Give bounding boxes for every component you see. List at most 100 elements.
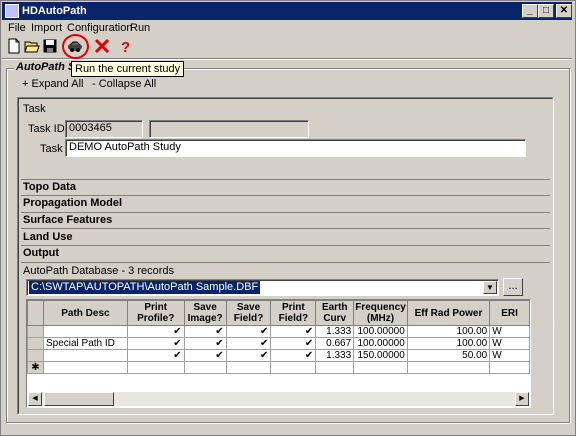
check-icon[interactable]: ✔ <box>183 325 227 338</box>
cell-path-desc[interactable] <box>42 325 128 338</box>
cell-empty[interactable] <box>489 361 530 374</box>
table-row[interactable]: Special Path ID ✔ ✔ ✔ ✔ 0.667 100.00000 … <box>27 337 530 350</box>
scroll-thumb[interactable] <box>44 392 114 406</box>
database-label: AutoPath Database - 3 records <box>23 265 175 277</box>
section-divider <box>21 262 550 263</box>
new-table-row[interactable]: ✱ <box>27 361 530 374</box>
cell-earth-curv[interactable]: 1.333 <box>315 349 355 362</box>
row-selector[interactable] <box>27 349 44 362</box>
section-propagation-model[interactable]: Propagation Model <box>21 197 550 211</box>
check-icon[interactable]: ✔ <box>270 349 317 362</box>
col-frequency[interactable]: Frequency (MHz) <box>353 300 408 326</box>
col-print-field[interactable]: Print Field? <box>270 300 317 326</box>
close-button[interactable]: ✕ <box>556 4 572 18</box>
check-icon[interactable]: ✔ <box>126 325 185 338</box>
check-icon[interactable]: ✔ <box>126 337 185 350</box>
cell-eff-rad-power[interactable]: 100.00 <box>406 325 491 338</box>
new-row-icon: ✱ <box>27 361 44 374</box>
check-icon[interactable]: ✔ <box>270 337 317 350</box>
database-grid[interactable]: Path Desc Print Profile? Save Image? Sav… <box>26 299 531 408</box>
cell-empty[interactable] <box>183 361 227 374</box>
collapse-all-link[interactable]: - Collapse All <box>92 78 156 90</box>
database-path-value: C:\SWTAP\AUTOPATH\AutoPath Sample.DBF <box>29 281 261 294</box>
task-section-title: Task <box>23 103 46 115</box>
row-selector[interactable] <box>27 337 44 350</box>
cell-frequency[interactable]: 100.00000 <box>353 337 408 350</box>
row-selector[interactable] <box>27 325 44 338</box>
task-name-field[interactable]: DEMO AutoPath Study <box>65 139 526 157</box>
cell-empty[interactable] <box>42 361 128 374</box>
cell-eff-rad-power[interactable]: 50.00 <box>406 349 491 362</box>
cell-frequency[interactable]: 150.00000 <box>353 349 408 362</box>
cell-eri[interactable]: W <box>489 349 530 362</box>
col-print-profile[interactable]: Print Profile? <box>126 300 185 326</box>
check-icon[interactable]: ✔ <box>183 349 227 362</box>
delete-icon[interactable] <box>94 38 110 54</box>
horizontal-scrollbar[interactable]: ◀ ▶ <box>28 392 529 406</box>
cell-empty[interactable] <box>315 361 355 374</box>
title-bar[interactable]: HDAutoPath _ □ ✕ <box>2 2 572 20</box>
cell-frequency[interactable]: 100.00000 <box>353 325 408 338</box>
section-divider <box>21 212 550 213</box>
section-output[interactable]: Output <box>21 247 550 261</box>
menu-run[interactable]: Run <box>130 21 150 35</box>
check-icon[interactable]: ✔ <box>225 325 272 338</box>
col-save-field[interactable]: Save Field? <box>225 300 272 326</box>
col-save-image[interactable]: Save Image? <box>183 300 227 326</box>
open-icon[interactable] <box>24 38 40 54</box>
check-icon[interactable]: ✔ <box>270 325 317 338</box>
chevron-down-icon[interactable]: ▼ <box>483 281 497 294</box>
task-id-field[interactable]: 0003465 <box>65 120 143 138</box>
section-divider <box>21 245 550 246</box>
section-land-use[interactable]: Land Use <box>21 231 550 245</box>
menu-import[interactable]: Import <box>31 21 62 35</box>
browse-button[interactable]: ... <box>503 278 523 296</box>
section-surface-features[interactable]: Surface Features <box>21 214 550 228</box>
cell-empty[interactable] <box>225 361 272 374</box>
check-icon[interactable]: ✔ <box>225 349 272 362</box>
expand-all-link[interactable]: + Expand All <box>22 78 83 90</box>
cell-path-desc[interactable]: Special Path ID <box>42 337 128 350</box>
toolbar-separator <box>2 58 572 60</box>
save-icon[interactable] <box>42 38 58 54</box>
cell-empty[interactable] <box>270 361 317 374</box>
col-eri[interactable]: ERI <box>489 300 530 326</box>
database-path-combo[interactable]: C:\SWTAP\AUTOPATH\AutoPath Sample.DBF ▼ <box>26 279 499 296</box>
col-eff-rad-power[interactable]: Eff Rad Power <box>406 300 491 326</box>
tooltip: Run the current study <box>71 61 185 77</box>
window-title: HDAutoPath <box>22 5 87 17</box>
task-id-extra-field[interactable] <box>149 120 309 138</box>
cell-empty[interactable] <box>406 361 491 374</box>
svg-text:?: ? <box>121 39 130 54</box>
table-row[interactable]: ✔ ✔ ✔ ✔ 1.333 150.00000 50.00 W <box>27 349 530 362</box>
menu-file[interactable]: File <box>8 21 26 35</box>
check-icon[interactable]: ✔ <box>225 337 272 350</box>
col-path-desc[interactable]: Path Desc <box>42 300 128 326</box>
scroll-right-icon[interactable]: ▶ <box>515 392 529 406</box>
section-divider <box>21 228 550 229</box>
section-divider <box>21 179 550 180</box>
check-icon[interactable]: ✔ <box>183 337 227 350</box>
cell-earth-curv[interactable]: 0.667 <box>315 337 355 350</box>
menu-bar: File Import Configuration Run <box>2 20 572 36</box>
data-table: Path Desc Print Profile? Save Image? Sav… <box>27 300 530 374</box>
cell-empty[interactable] <box>353 361 408 374</box>
check-icon[interactable]: ✔ <box>126 349 185 362</box>
section-topo-data[interactable]: Topo Data <box>21 181 550 195</box>
cell-eff-rad-power[interactable]: 100.00 <box>406 337 491 350</box>
row-header-corner <box>27 300 44 326</box>
maximize-button[interactable]: □ <box>538 4 554 18</box>
cell-eri[interactable]: W <box>489 337 530 350</box>
col-earth-curv[interactable]: Earth Curv <box>315 300 355 326</box>
cell-empty[interactable] <box>126 361 185 374</box>
minimize-button[interactable]: _ <box>522 4 538 18</box>
cell-earth-curv[interactable]: 1.333 <box>315 325 355 338</box>
table-row[interactable]: ✔ ✔ ✔ ✔ 1.333 100.00000 100.00 W <box>27 325 530 338</box>
new-icon[interactable] <box>6 38 22 54</box>
cell-eri[interactable]: W <box>489 325 530 338</box>
scroll-left-icon[interactable]: ◀ <box>28 392 42 406</box>
help-icon[interactable]: ? <box>118 38 134 56</box>
section-divider <box>21 195 550 196</box>
cell-path-desc[interactable] <box>42 349 128 362</box>
menu-configuration[interactable]: Configuration <box>67 21 132 35</box>
